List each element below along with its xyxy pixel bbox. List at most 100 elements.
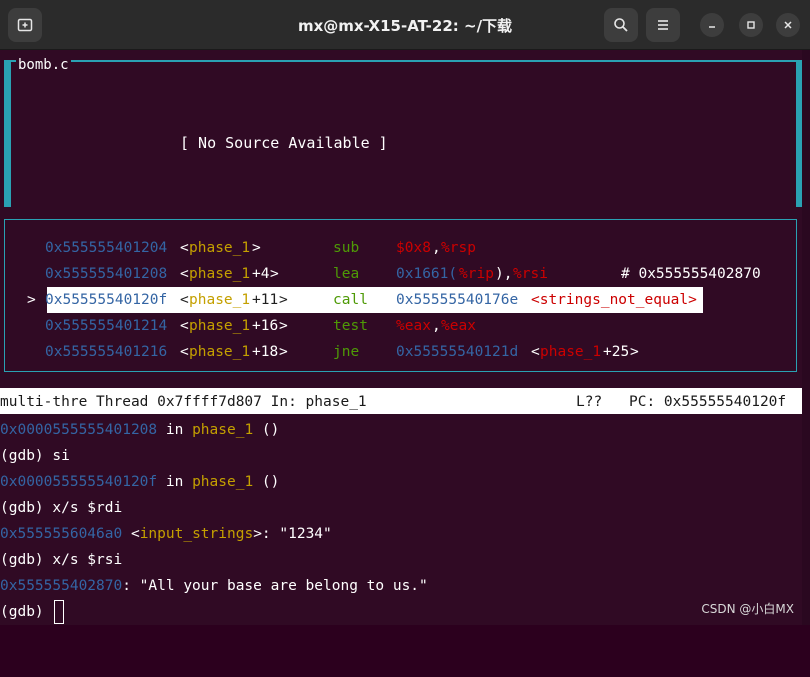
asm-operand: %rsi [513,266,548,282]
asm-call-target: <strings_not_equal> [531,292,697,308]
asm-symbol-close: > [252,240,261,256]
asm-symbol-close: > [279,318,288,334]
maximize-button[interactable] [739,13,763,37]
console-text: in [157,474,193,490]
terminal-scrollbar[interactable] [802,50,810,625]
console-text: : "All your base are belong to us." [122,578,428,594]
asm-address: 0x55555540120f [45,292,168,308]
gdb-status-bar: multi-thre Thread 0x7ffff7d807 In: phase… [0,388,802,414]
asm-symbol-close: > [630,344,639,360]
asm-address: 0x555555401214 [45,318,168,334]
asm-jump-target: phase_1 [540,344,602,360]
asm-symbol-open: < [180,318,189,334]
title-bar: mx@mx-X15-AT-22: ~/下载 [0,0,810,50]
asm-operand: %eax [441,318,476,334]
asm-offset: +18 [252,344,279,360]
console-text: < [122,526,140,542]
menu-button[interactable] [646,8,680,42]
asm-operand: 0x55555540121d [396,344,519,360]
asm-opcode: lea [333,266,360,282]
asm-opcode: call [333,292,368,308]
minimize-icon [709,26,715,28]
asm-register: %rip [459,266,494,282]
console-symbol: input_strings [139,526,254,542]
console-line: (gdb) x/s $rdi [0,500,123,516]
source-pane [4,60,803,207]
asm-address: 0x555555401216 [45,344,168,360]
terminal-area[interactable]: bomb.c [ No Source Available ] 0x5555554… [0,50,810,625]
asm-symbol-open: < [180,344,189,360]
asm-row: 0x555555401216 < phase_1 +18 > jne 0x555… [5,339,796,365]
asm-comma: , [432,240,441,256]
console-text: () [253,474,280,490]
asm-row: 0x555555401204 < phase_1 > sub $0x8 , %r… [5,235,796,261]
asm-function: phase_1 [189,292,251,308]
asm-operand: $0x8 [396,240,431,256]
status-thread-info: multi-thre Thread 0x7ffff7d807 In: phase… [0,394,367,410]
window-title: mx@mx-X15-AT-22: ~/下载 [297,17,513,35]
asm-operand: 0x55555540176e [396,292,519,308]
console-line: 0x000055555540120f in phase_1 () [0,469,279,495]
console-text: in [157,422,193,438]
status-line: L?? [576,394,603,410]
asm-comma: , [432,318,441,334]
console-address: 0x555555402870 [0,578,123,594]
console-line: (gdb) x/s $rsi [0,552,123,568]
maximize-icon [747,21,755,29]
no-source-message: [ No Source Available ] [180,134,388,152]
console-line: (gdb) si [0,448,70,464]
console-line: 0x5555556046a0 <input_strings>: "1234" [0,521,332,547]
console-text: >: "1234" [253,526,332,542]
asm-operand: %rsp [441,240,476,256]
gdb-prompt: (gdb) [0,604,53,620]
asm-row: 0x555555401208 < phase_1 +4 > lea 0x1661… [5,261,796,287]
asm-address: 0x555555401204 [45,240,168,256]
console-text: () [253,422,280,438]
console-address: 0x5555556046a0 [0,526,123,542]
asm-offset: +16 [252,318,279,334]
search-icon [614,18,628,32]
asm-symbol-close: > [270,266,279,282]
asm-symbol-close: > [279,292,288,308]
console-prompt-line[interactable]: (gdb) [0,599,65,625]
menu-icon [658,20,668,30]
asm-opcode: test [333,318,368,334]
asm-opcode: jne [333,344,360,360]
asm-symbol-close: > [279,344,288,360]
asm-function: phase_1 [189,240,251,256]
asm-symbol-open: < [180,240,189,256]
status-pc: PC: 0x55555540120f [629,394,787,410]
asm-operand: 0x1661( [396,266,458,282]
asm-paren: ), [495,266,513,282]
console-line: 0x0000555555401208 in phase_1 () [0,417,279,443]
asm-function: phase_1 [189,318,251,334]
minimize-button[interactable] [700,13,724,37]
console-address: 0x000055555540120f [0,474,158,490]
asm-row: 0x555555401214 < phase_1 +16 > test %eax… [5,313,796,339]
asm-symbol-open: < [531,344,540,360]
asm-address: 0x555555401208 [45,266,168,282]
assembly-pane: 0x555555401204 < phase_1 > sub $0x8 , %r… [4,219,797,372]
console-address: 0x0000555555401208 [0,422,158,438]
asm-function: phase_1 [189,266,251,282]
text-cursor [54,600,65,624]
asm-function: phase_1 [189,344,251,360]
source-pane-title: bomb.c [16,56,71,74]
close-button[interactable] [776,13,800,37]
asm-operand: %eax [396,318,431,334]
asm-symbol-open: < [180,266,189,282]
watermark: CSDN @小白MX [701,602,794,616]
asm-row-current: > 0x55555540120f < phase_1 +11 > call 0x… [5,287,796,313]
asm-opcode: sub [333,240,360,256]
asm-offset: +11 [252,292,279,308]
search-button[interactable] [604,8,638,42]
asm-offset: +25 [603,344,630,360]
asm-offset: +4 [252,266,270,282]
asm-symbol-open: < [180,292,189,308]
console-line: 0x555555402870: "All your base are belon… [0,573,428,599]
pc-marker: > [27,292,36,308]
close-icon [784,21,792,29]
console-function: phase_1 [192,422,254,438]
asm-comment: # 0x555555402870 [621,266,761,282]
console-function: phase_1 [192,474,254,490]
